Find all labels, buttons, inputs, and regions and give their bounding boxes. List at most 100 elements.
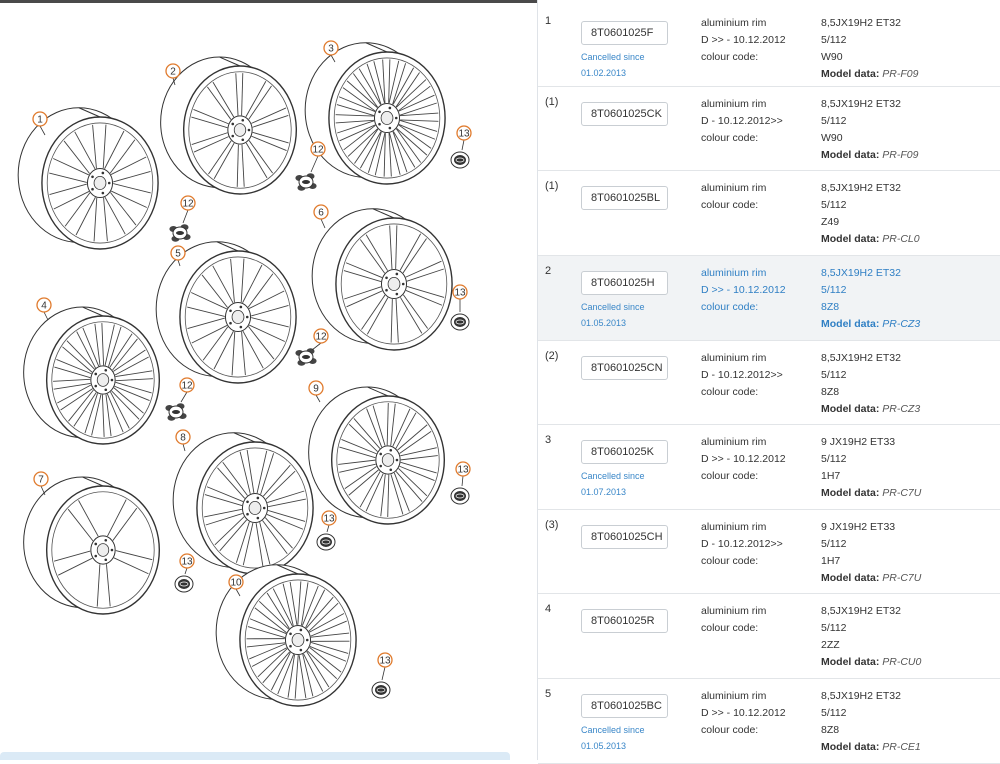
callout-13[interactable]: 13: [322, 511, 336, 532]
callout-12[interactable]: 12: [312, 329, 328, 350]
callout-9[interactable]: 9: [309, 381, 323, 402]
wheel-6: [312, 209, 452, 350]
cancelled-since-text: 01.02.2013: [581, 65, 626, 81]
part-attribute-label: colour code:: [701, 622, 758, 634]
callout-8[interactable]: 8: [176, 430, 190, 451]
part-attribute-label: colour code:: [701, 555, 758, 567]
model-data: Model data: PR-CZ3: [821, 318, 920, 330]
callout-label: 8: [180, 433, 186, 444]
callout-label: 1: [37, 115, 43, 126]
part-row[interactable]: (1)8T0601025CKaluminium rimD - 10.12.201…: [538, 87, 1000, 171]
model-data-code[interactable]: PR-CL0: [882, 233, 919, 245]
wheel-4: [24, 307, 160, 444]
model-data-code[interactable]: PR-C7U: [882, 487, 921, 499]
model-data: Model data: PR-F09: [821, 68, 918, 80]
part-row[interactable]: 28T0601025HCancelled since01.05.2013alum…: [538, 256, 1000, 341]
model-data-label: Model data:: [821, 741, 879, 753]
model-data-code[interactable]: PR-CZ3: [882, 403, 920, 415]
part-attribute-value: 1H7: [821, 555, 840, 567]
part-number-field[interactable]: 8T0601025CK: [581, 102, 668, 126]
hub-cap-13: [451, 314, 469, 330]
part-attribute-value: 5/112: [821, 622, 847, 634]
hub-cap-13: [451, 152, 469, 168]
model-data-label: Model data:: [821, 233, 879, 245]
cancelled-since-text: Cancelled since: [581, 299, 645, 315]
model-data-code[interactable]: PR-F09: [882, 149, 918, 161]
model-data-code[interactable]: PR-CE1: [882, 741, 921, 753]
callout-13[interactable]: 13: [453, 285, 467, 312]
hub-cap-13: [317, 534, 335, 550]
wheel-2: [161, 57, 297, 194]
callout-label: 12: [182, 199, 194, 210]
callout-13[interactable]: 13: [378, 653, 392, 680]
model-data: Model data: PR-CE1: [821, 741, 921, 753]
callout-13[interactable]: 13: [457, 126, 471, 150]
part-number-field[interactable]: 8T0601025H: [581, 271, 668, 295]
part-row[interactable]: (3)8T0601025CHaluminium rimD - 10.12.201…: [538, 510, 1000, 594]
part-attribute-value: W90: [821, 51, 843, 63]
callout-label: 7: [38, 475, 44, 486]
callout-13[interactable]: 13: [180, 554, 194, 574]
lug-bolt-12: [169, 224, 190, 242]
part-row[interactable]: 18T0601025FCancelled since01.02.2013alum…: [538, 0, 1000, 87]
model-data-label: Model data:: [821, 318, 879, 330]
part-attribute-value: 5/112: [821, 199, 847, 211]
part-attribute-value: Z49: [821, 216, 839, 228]
callout-12[interactable]: 12: [181, 196, 195, 223]
wheel-diagram-svg: 1234567891012121212131313131313: [0, 3, 525, 760]
model-data-code[interactable]: PR-CZ3: [882, 318, 920, 330]
model-data: Model data: PR-F09: [821, 149, 918, 161]
part-attribute-label: colour code:: [701, 199, 758, 211]
hub-cap-13: [451, 488, 469, 504]
cancelled-since-text: Cancelled since: [581, 49, 645, 65]
part-number-field[interactable]: 8T0601025K: [581, 440, 668, 464]
part-attribute-value: 5/112: [821, 707, 847, 719]
callout-13[interactable]: 13: [456, 462, 470, 486]
position-number: 2: [545, 265, 551, 277]
callout-12[interactable]: 12: [180, 378, 194, 402]
part-attribute-value: 8,5JX19H2 ET32: [821, 98, 901, 110]
part-attribute-value: W90: [821, 132, 843, 144]
model-data-code[interactable]: PR-CU0: [882, 656, 921, 668]
callout-label: 13: [457, 465, 469, 476]
callout-label: 4: [41, 301, 47, 312]
part-number-field[interactable]: 8T0601025CH: [581, 525, 668, 549]
part-number-field[interactable]: 8T0601025CN: [581, 356, 668, 380]
part-attribute-label: aluminium rim: [701, 521, 766, 533]
part-number-field[interactable]: 8T0601025BL: [581, 186, 668, 210]
wheel-1: [18, 108, 158, 249]
part-attribute-value: 8Z8: [821, 724, 839, 736]
callout-label: 3: [328, 44, 334, 55]
part-number-field[interactable]: 8T0601025F: [581, 21, 668, 45]
cancelled-since-text: Cancelled since: [581, 468, 645, 484]
part-attribute-value: 9 JX19H2 ET33: [821, 521, 895, 533]
callout-4[interactable]: 4: [37, 298, 51, 320]
part-attribute-value: 8,5JX19H2 ET32: [821, 17, 901, 29]
model-data-code[interactable]: PR-C7U: [882, 572, 921, 584]
wheel-8: [173, 433, 313, 574]
callout-label: 12: [181, 381, 193, 392]
part-number-field[interactable]: 8T0601025R: [581, 609, 668, 633]
wheel-7: [24, 477, 160, 614]
part-attribute-label: aluminium rim: [701, 182, 766, 194]
lug-bolt-12: [165, 403, 186, 421]
model-data: Model data: PR-CU0: [821, 656, 921, 668]
callout-label: 12: [315, 332, 327, 343]
part-row[interactable]: 48T0601025Raluminium rimcolour code:8,5J…: [538, 594, 1000, 679]
part-attribute-label: colour code:: [701, 724, 758, 736]
model-data-label: Model data:: [821, 656, 879, 668]
callout-label: 13: [323, 514, 335, 525]
part-number-field[interactable]: 8T0601025BC: [581, 694, 668, 718]
callout-label: 12: [312, 145, 324, 156]
cancelled-since-text: 01.05.2013: [581, 315, 626, 331]
part-row[interactable]: (2)8T0601025CNaluminium rimD - 10.12.201…: [538, 341, 1000, 425]
part-row[interactable]: 58T0601025BCCancelled since01.05.2013alu…: [538, 679, 1000, 764]
part-row[interactable]: (1)8T0601025BLaluminium rimcolour code:8…: [538, 171, 1000, 256]
part-attribute-value: 1H7: [821, 470, 840, 482]
model-data-code[interactable]: PR-F09: [882, 68, 918, 80]
callout-6[interactable]: 6: [314, 205, 328, 228]
part-row[interactable]: 38T0601025KCancelled since01.07.2013alum…: [538, 425, 1000, 510]
part-attribute-value: 8,5JX19H2 ET32: [821, 605, 901, 617]
hub-cap-13: [372, 682, 390, 698]
position-number: 5: [545, 688, 551, 700]
